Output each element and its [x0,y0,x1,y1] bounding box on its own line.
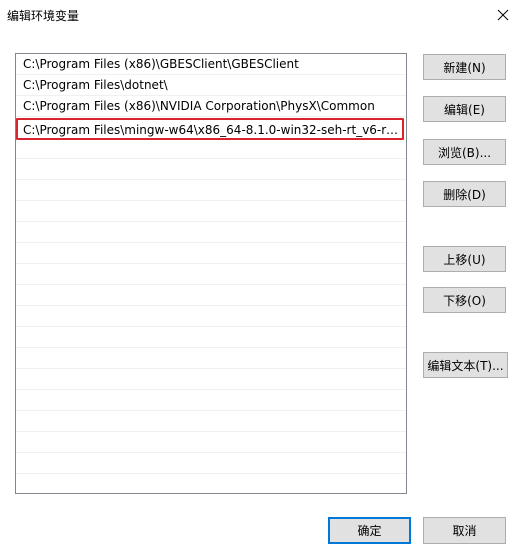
edit-text-button[interactable]: 编辑文本(T)... [423,352,508,378]
empty-list-row[interactable] [16,138,406,159]
ok-button[interactable]: 确定 [328,517,411,544]
empty-list-row[interactable] [16,390,406,411]
new-button[interactable]: 新建(N) [423,54,506,80]
empty-list-row[interactable] [16,474,406,493]
window-title: 编辑环境变量 [7,9,80,23]
path-list-item[interactable]: C:\Program Files (x86)\NVIDIA Corporatio… [16,96,406,117]
delete-button[interactable]: 删除(D) [423,181,506,207]
edit-button[interactable]: 编辑(E) [423,96,506,122]
empty-list-row[interactable] [16,201,406,222]
empty-list-row[interactable] [16,348,406,369]
empty-list-row[interactable] [16,327,406,348]
empty-list-row[interactable] [16,285,406,306]
empty-list-row[interactable] [16,411,406,432]
close-button[interactable] [486,0,520,30]
empty-list-row[interactable] [16,159,406,180]
empty-list-row[interactable] [16,222,406,243]
empty-list-row[interactable] [16,180,406,201]
move-down-button[interactable]: 下移(O) [423,287,506,313]
empty-list-row[interactable] [16,369,406,390]
empty-list-row[interactable] [16,243,406,264]
empty-list-row[interactable] [16,432,406,453]
path-list-item[interactable]: C:\Program Files\dotnet\ [16,75,406,96]
title-bar: 编辑环境变量 [0,0,520,30]
browse-button[interactable]: 浏览(B)... [423,139,506,165]
empty-list-row[interactable] [16,264,406,285]
move-up-button[interactable]: 上移(U) [423,246,506,272]
close-icon [497,9,509,21]
empty-list-row[interactable] [16,453,406,474]
path-list-item-selected[interactable]: C:\Program Files\mingw-w64\x86_64-8.1.0-… [16,118,404,140]
empty-list-row[interactable] [16,306,406,327]
path-list-item[interactable]: C:\Program Files (x86)\GBESClient\GBESCl… [16,54,406,75]
cancel-button[interactable]: 取消 [423,517,506,544]
path-list[interactable]: C:\Program Files (x86)\GBESClient\GBESCl… [15,53,407,494]
